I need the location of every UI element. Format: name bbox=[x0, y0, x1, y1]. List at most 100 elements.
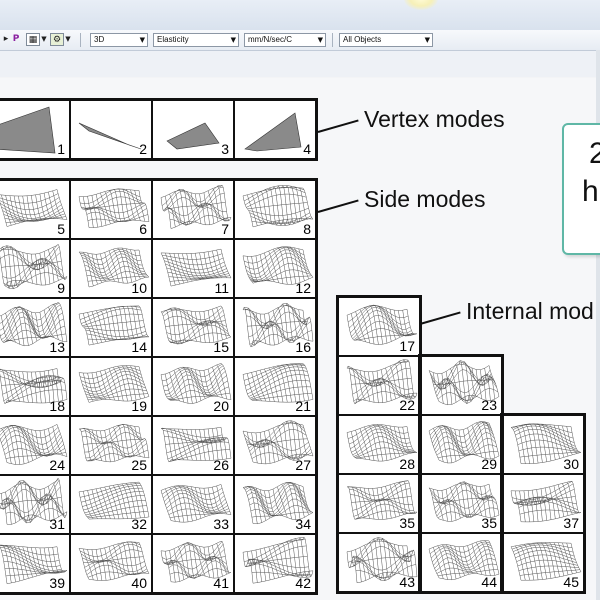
mode-cell: 39 bbox=[0, 534, 70, 593]
mode-cell: 33 bbox=[152, 475, 234, 534]
mode-number: 27 bbox=[295, 457, 311, 473]
pin-icon[interactable]: ▸ bbox=[2, 33, 10, 46]
mode-number: 33 bbox=[213, 516, 229, 532]
mode-cell: 43 bbox=[338, 533, 420, 592]
mode-number: 34 bbox=[295, 516, 311, 532]
mode-number: 42 bbox=[295, 575, 311, 591]
mode-number: 19 bbox=[131, 398, 147, 414]
mode-cell: 30 bbox=[502, 415, 584, 474]
mode-cell: 12 bbox=[234, 239, 316, 298]
mode-cell: 28 bbox=[338, 415, 420, 474]
mode-number: 26 bbox=[213, 457, 229, 473]
mode-cell: 14 bbox=[70, 298, 152, 357]
mode-number: 40 bbox=[131, 575, 147, 591]
mode-number: 2 bbox=[139, 141, 147, 157]
mode-cell: 4 bbox=[234, 100, 316, 159]
mode-cell: 40 bbox=[70, 534, 152, 593]
analysis-type-select[interactable]: Elasticity ▼ bbox=[153, 33, 239, 47]
mode-number: 5 bbox=[57, 221, 65, 237]
object-filter-select[interactable]: All Objects ▼ bbox=[339, 33, 433, 47]
mode-number: 20 bbox=[213, 398, 229, 414]
mode-number: 29 bbox=[481, 456, 497, 472]
mode-cell: 16 bbox=[234, 298, 316, 357]
chevron-down-icon[interactable]: ▼ bbox=[40, 33, 48, 46]
mode-number: 28 bbox=[399, 456, 415, 472]
mode-number: 21 bbox=[295, 398, 311, 414]
mode-cell: 18 bbox=[0, 357, 70, 416]
mode-number: 32 bbox=[131, 516, 147, 532]
chevron-down-icon[interactable]: ▼ bbox=[64, 33, 72, 46]
mode-cell: 29 bbox=[420, 415, 502, 474]
units-value: mm/N/sec/C bbox=[248, 35, 292, 44]
chevron-down-icon: ▼ bbox=[424, 36, 430, 44]
mode-cell: 37 bbox=[502, 474, 584, 533]
mode-cell: 7 bbox=[152, 180, 234, 239]
mode-number: 7 bbox=[221, 221, 229, 237]
mode-number: 31 bbox=[49, 516, 65, 532]
mode-number: 9 bbox=[57, 280, 65, 296]
mode-cell: 6 bbox=[70, 180, 152, 239]
mode-number: 14 bbox=[131, 339, 147, 355]
mode-cell: 23 bbox=[420, 356, 502, 415]
window-title-bar bbox=[0, 0, 600, 31]
mode-number: 39 bbox=[49, 575, 65, 591]
mode-cell: 34 bbox=[234, 475, 316, 534]
mode-number: 45 bbox=[563, 574, 579, 590]
mode-cell: 1 bbox=[0, 100, 70, 159]
mode-cell: 21 bbox=[234, 357, 316, 416]
mode-number: 23 bbox=[481, 397, 497, 413]
mode-cell: 10 bbox=[70, 239, 152, 298]
mode-cell: 13 bbox=[0, 298, 70, 357]
mode-cell: 17 bbox=[338, 297, 420, 356]
mode-cell: 11 bbox=[152, 239, 234, 298]
analysis-type-value: Elasticity bbox=[157, 35, 189, 44]
mode-number: 43 bbox=[399, 574, 415, 590]
mode-number: 13 bbox=[49, 339, 65, 355]
mode-number: 6 bbox=[139, 221, 147, 237]
mode-cell: 35 bbox=[420, 474, 502, 533]
mode-cell: 15 bbox=[152, 298, 234, 357]
view-mode-value: 3D bbox=[94, 35, 105, 44]
mode-number: 4 bbox=[303, 141, 311, 157]
mode-cell: 25 bbox=[70, 416, 152, 475]
mode-number: 1 bbox=[57, 141, 65, 157]
toolbar-separator bbox=[332, 33, 333, 47]
view-mode-select[interactable]: 3D ▼ bbox=[90, 33, 148, 47]
mode-cell: 2 bbox=[70, 100, 152, 159]
object-filter-value: All Objects bbox=[343, 35, 382, 44]
mode-cell: 3 bbox=[152, 100, 234, 159]
mode-number: 10 bbox=[131, 280, 147, 296]
chevron-down-icon: ▼ bbox=[317, 36, 323, 44]
mode-cell: 24 bbox=[0, 416, 70, 475]
mode-cell: 44 bbox=[420, 533, 502, 592]
mode-cell: 35 bbox=[338, 474, 420, 533]
side-modes-label: Side modes bbox=[364, 186, 486, 212]
mode-cell: 31 bbox=[0, 475, 70, 534]
mode-cell: 9 bbox=[0, 239, 70, 298]
toolbar: ▸ P ▦ ▼ ⚙ ▼ 3D ▼ Elasticity ▼ mm/N/sec/C… bbox=[0, 30, 600, 51]
mode-number: 22 bbox=[399, 397, 415, 413]
mode-number: 16 bbox=[295, 339, 311, 355]
mode-number: 24 bbox=[49, 457, 65, 473]
mode-number: 8 bbox=[303, 221, 311, 237]
mode-number: 35 bbox=[481, 515, 497, 531]
mode-cell: 45 bbox=[502, 533, 584, 592]
units-select[interactable]: mm/N/sec/C ▼ bbox=[244, 33, 326, 47]
mode-number: 12 bbox=[295, 280, 311, 296]
ribbon-area bbox=[0, 51, 600, 77]
grid-icon[interactable]: ▦ bbox=[26, 33, 40, 46]
mode-number: 41 bbox=[213, 575, 229, 591]
callout-line-2: h bbox=[582, 175, 599, 208]
callout-line-1: 2 bbox=[589, 137, 600, 170]
internal-modes-label: Internal mod bbox=[466, 298, 594, 324]
chevron-down-icon: ▼ bbox=[139, 36, 145, 44]
p-label[interactable]: P bbox=[12, 33, 20, 46]
mode-cell: 22 bbox=[338, 356, 420, 415]
mode-number: 3 bbox=[221, 141, 229, 157]
gear-icon[interactable]: ⚙ bbox=[50, 33, 64, 46]
mode-number: 44 bbox=[481, 574, 497, 590]
mode-cell: 19 bbox=[70, 357, 152, 416]
callout-box: 2 h bbox=[562, 123, 600, 255]
mode-cell: 5 bbox=[0, 180, 70, 239]
mode-cell: 8 bbox=[234, 180, 316, 239]
